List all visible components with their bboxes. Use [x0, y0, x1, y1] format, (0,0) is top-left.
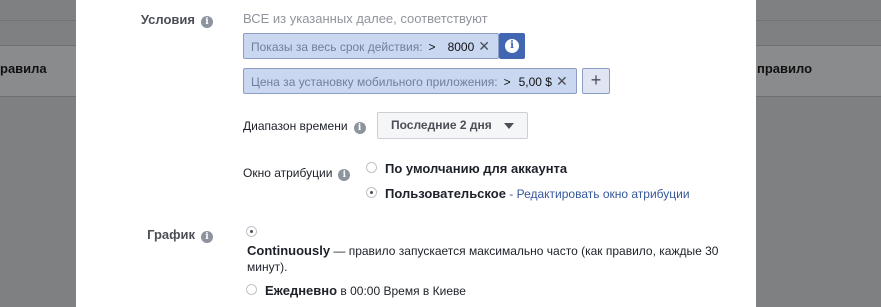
condition-chip-impressions[interactable]: Показы за весь срок действия: >8000 ✕: [243, 33, 499, 59]
schedule-label-row: График i: [76, 227, 213, 243]
attribution-custom-label: Пользовательское: [385, 186, 506, 201]
attribution-default-label: По умолчанию для аккаунта: [385, 161, 568, 176]
edit-attribution-link[interactable]: Редактировать окно атрибуции: [517, 187, 690, 201]
schedule-daily-desc: в 00:00 Время в Киеве: [337, 284, 466, 298]
condition-info-button[interactable]: i: [499, 33, 525, 59]
attribution-custom-radio[interactable]: [366, 187, 377, 198]
condition-value: 5,00 $: [518, 75, 552, 89]
condition-field: Показы за весь срок действия:: [251, 40, 423, 54]
condition-field: Цена за установку мобильного приложения:: [251, 75, 498, 89]
time-range-dropdown[interactable]: Последние 2 дня: [377, 112, 528, 139]
condition-operator: >: [428, 40, 436, 54]
schedule-continuous-desc: — правило запускается максимально часто …: [330, 244, 719, 258]
info-icon: i: [505, 39, 519, 53]
close-icon[interactable]: ✕: [556, 73, 574, 89]
time-range-label: Диапазон времени: [243, 119, 348, 133]
rule-modal: Условия i ВСЕ из указанных далее, соответ…: [76, 0, 756, 307]
background-column-right: правило: [757, 61, 813, 76]
attribution-label: Окно атрибуции: [243, 166, 333, 180]
conditions-label-row: Условия i: [76, 12, 213, 28]
condition-chip-cpi[interactable]: Цена за установку мобильного приложения:…: [243, 68, 577, 94]
info-icon[interactable]: i: [353, 122, 366, 134]
time-range-label-row: Диапазон времени i: [243, 119, 366, 134]
time-range-value: Последние 2 дня: [391, 118, 492, 132]
condition-operator: >: [503, 75, 511, 89]
schedule-daily-radio[interactable]: [246, 284, 257, 295]
schedule-continuous-desc-cont: минут).: [247, 260, 288, 274]
background-column-left: равила: [0, 61, 47, 76]
attribution-default-radio[interactable]: [366, 162, 377, 173]
schedule-continuous-title: Continuously: [247, 243, 331, 258]
schedule-continuous-radio[interactable]: [246, 226, 257, 237]
schedule-continuous-option[interactable]: Continuously — правило запускается макси…: [247, 243, 718, 275]
attribution-separator: -: [505, 187, 517, 201]
info-icon[interactable]: i: [201, 16, 213, 28]
schedule-daily-option[interactable]: Ежедневно в 00:00 Время в Киеве: [265, 283, 466, 299]
attribution-default-option[interactable]: По умолчанию для аккаунта: [385, 161, 567, 176]
attribution-custom-option[interactable]: Пользовательское - Редактировать окно ат…: [385, 186, 690, 201]
add-condition-button[interactable]: +: [582, 68, 610, 94]
attribution-label-row: Окно атрибуции i: [243, 166, 351, 181]
info-icon[interactable]: i: [201, 231, 213, 243]
schedule-daily-title: Ежедневно: [265, 283, 338, 298]
conditions-label: Условия: [140, 12, 195, 27]
schedule-label: График: [147, 227, 195, 242]
caret-down-icon: [504, 123, 514, 129]
conditions-match-text: ВСЕ из указанных далее, соответствуют: [243, 11, 488, 26]
info-icon[interactable]: i: [338, 169, 351, 181]
close-icon[interactable]: ✕: [478, 38, 496, 54]
condition-value: 8000: [447, 40, 475, 54]
plus-icon: +: [590, 70, 602, 90]
